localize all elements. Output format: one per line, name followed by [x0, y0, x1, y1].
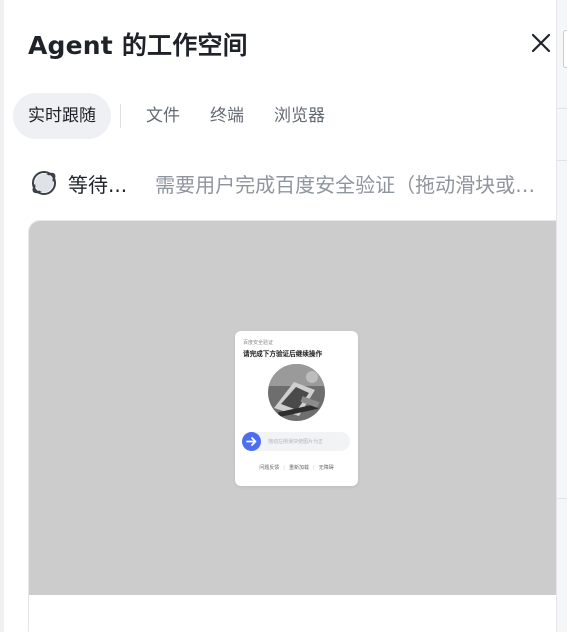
browser-preview: 百度安全验证 请完成下方验证后继续操作 拖动左侧滑块使图片为正 问题反馈 | 重… — [28, 220, 556, 632]
captcha-reload-link[interactable]: 重新加载 — [289, 465, 309, 471]
divider — [557, 160, 567, 161]
captcha-slider-track[interactable]: 拖动左侧滑块使图片为正 — [242, 432, 350, 451]
captcha-slider-hint: 拖动左侧滑块使图片为正 — [268, 439, 324, 445]
close-icon — [531, 33, 551, 53]
status-row: 等待... 需要用户完成百度安全验证（拖动滑块或… — [30, 166, 556, 200]
captcha-small-title: 百度安全验证 — [243, 340, 274, 346]
tab-files[interactable]: 文件 — [131, 93, 195, 139]
captcha-slider-handle[interactable] — [242, 432, 261, 451]
status-description: 需要用户完成百度安全验证（拖动滑块或… — [155, 172, 536, 197]
captcha-dialog: 百度安全验证 请完成下方验证后继续操作 拖动左侧滑块使图片为正 问题反馈 | 重… — [235, 331, 358, 486]
background-input-edge — [563, 30, 567, 68]
arrow-right-icon — [246, 437, 257, 446]
divider — [557, 108, 567, 109]
agent-workspace-panel: Agent 的工作空间 实时跟随 文件 终端 浏览器 等待... 需要用户完成百… — [4, 0, 556, 632]
status-label: 等待... — [68, 172, 128, 197]
tab-divider — [120, 104, 121, 128]
planet-icon — [32, 171, 56, 195]
captcha-links: 问题反馈 | 重新加载 | 无障碍 — [259, 465, 334, 471]
background-app-edge — [556, 0, 567, 632]
captcha-rotate-image — [268, 364, 325, 421]
captcha-accessibility-link[interactable]: 无障碍 — [319, 465, 334, 471]
workspace-tabs: 实时跟随 文件 终端 浏览器 — [13, 92, 340, 140]
divider — [557, 498, 567, 499]
tab-live-follow[interactable]: 实时跟随 — [13, 93, 111, 139]
panel-title: Agent 的工作空间 — [28, 31, 248, 60]
captcha-feedback-link[interactable]: 问题反馈 — [259, 465, 279, 471]
browser-screen[interactable]: 百度安全验证 请完成下方验证后继续操作 拖动左侧滑块使图片为正 问题反馈 | 重… — [29, 221, 556, 595]
tab-browser[interactable]: 浏览器 — [259, 93, 340, 139]
close-button[interactable] — [526, 28, 556, 58]
captcha-main-title: 请完成下方验证后继续操作 — [243, 350, 323, 358]
tab-terminal[interactable]: 终端 — [195, 93, 259, 139]
